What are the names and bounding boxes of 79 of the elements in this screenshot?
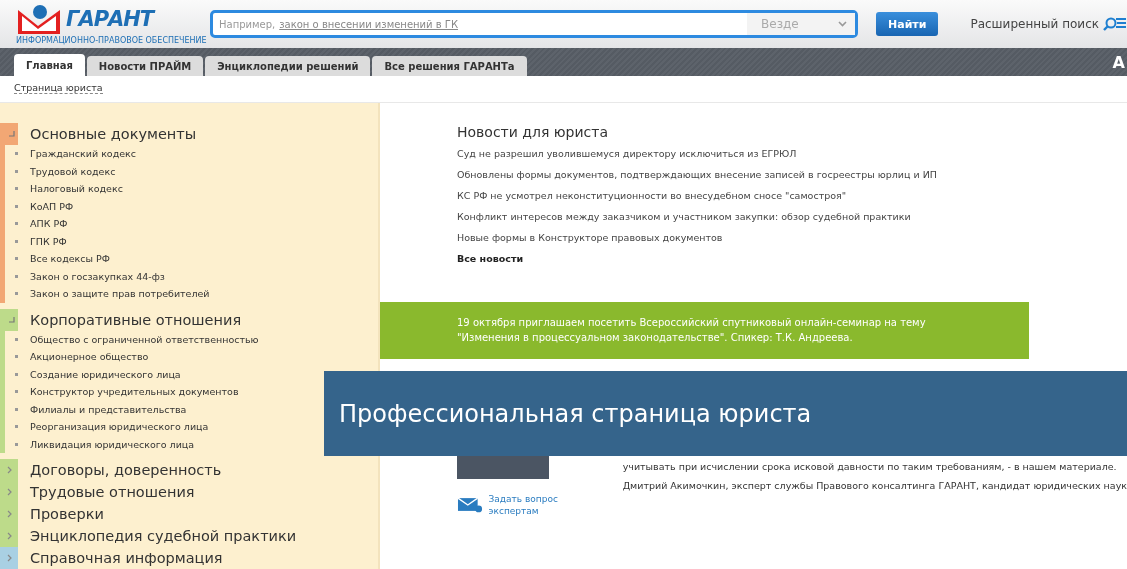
news-link[interactable]: КС РФ не усмотрел неконституционности во внесудебном сносе "самостроя": [457, 190, 1127, 202]
nav-tab[interactable]: Все решения ГАРАНТа: [372, 56, 527, 76]
page-title: Профессиональная страница юриста: [339, 399, 812, 428]
news-link[interactable]: Конфликт интересов между заказчиком и участником закупки: обзор судебной практики: [457, 211, 1127, 223]
bullet-icon: [15, 407, 18, 411]
bullet-icon: [15, 274, 18, 278]
chevron-right-icon: [6, 532, 12, 540]
bullet-icon: [15, 204, 18, 208]
collapse-toggle[interactable]: [5, 308, 18, 331]
nav-tab[interactable]: Новости ПРАЙМ: [86, 56, 204, 76]
search-hint: Например,: [218, 18, 276, 30]
bullet-icon: [15, 222, 18, 226]
chevron-right-icon: [6, 510, 12, 518]
sidebar-link[interactable]: Создание юридического лица: [30, 368, 181, 380]
bullet-icon: [15, 292, 18, 296]
bullet-icon: [15, 337, 18, 341]
sidebar-link[interactable]: ГПК РФ: [30, 235, 67, 247]
bullet-icon: [15, 187, 18, 191]
logo-tagline: ИНФОРМАЦИОННО-ПРАВОВОЕ ОБЕСПЕЧЕНИЕ: [16, 36, 207, 45]
section-link[interactable]: Основные документы: [30, 126, 197, 142]
nav-tab[interactable]: Энциклопедии решений: [205, 56, 371, 76]
cut-off-text: А: [1112, 53, 1125, 72]
find-button[interactable]: Найти: [876, 12, 939, 36]
expand-toggle[interactable]: [0, 525, 18, 547]
bullet-icon: [15, 372, 18, 376]
section-link[interactable]: Справочная информация: [30, 550, 223, 566]
expand-toggle[interactable]: [0, 547, 18, 569]
section-link[interactable]: Трудовые отношения: [30, 484, 195, 500]
chevron-down-icon: [838, 21, 848, 27]
sidebar-link[interactable]: Закон о защите прав потребителей: [30, 288, 210, 300]
bullet-icon: [15, 152, 18, 156]
envelope-icon: [457, 497, 483, 513]
bullet-icon: [15, 257, 18, 261]
chevron-right-icon: [6, 554, 12, 562]
bullet-icon: [15, 169, 18, 173]
sidebar-link[interactable]: Конструктор учредительных документов: [30, 386, 239, 398]
sidebar-link[interactable]: Все кодексы РФ: [30, 253, 110, 265]
sidebar-link[interactable]: Общество с ограниченной ответственностью: [30, 333, 259, 345]
logo-wordmark: ГАРАНТ: [66, 7, 154, 31]
chevron-right-icon: [6, 466, 12, 474]
corner-icon: [8, 316, 15, 323]
author-caption: Дмитрий Акимочкин, эксперт службы Правового консалтинга ГАРАНТ, кандидат юридических наук: [622, 480, 1127, 491]
bullet-icon: [15, 390, 18, 394]
bullet-icon: [15, 355, 18, 359]
section-link[interactable]: Энциклопедия судебной практики: [30, 528, 297, 544]
bullet-icon: [15, 442, 18, 446]
expand-toggle[interactable]: [0, 459, 18, 481]
bullet-icon: [15, 239, 18, 243]
search-example-link[interactable]: закон о внесении изменений в ГК: [279, 18, 748, 30]
bullet-icon: [15, 425, 18, 429]
collapse-toggle[interactable]: [5, 123, 18, 145]
search-field[interactable]: Например, закон о внесении изменений в ГК Везде: [210, 10, 859, 38]
sidebar-link[interactable]: Налоговый кодекс: [30, 183, 123, 195]
sidebar-link[interactable]: Филиалы и представительства: [30, 403, 187, 415]
sidebar-link[interactable]: Реорганизация юридического лица: [30, 421, 209, 433]
breadcrumb-link[interactable]: Страница юриста: [14, 82, 103, 94]
recommendation-text: учитывать при исчислении срока исковой давности по таким требованиям, - в нашем материале.: [622, 461, 1118, 472]
advanced-search-link[interactable]: Расширенный поиск: [970, 17, 1127, 31]
sidebar-link[interactable]: Гражданский кодекс: [30, 148, 137, 160]
sidebar-link[interactable]: КоАП РФ: [30, 200, 74, 212]
section-link[interactable]: Проверки: [30, 506, 104, 522]
corner-icon: [8, 131, 15, 137]
sidebar-link[interactable]: АПК РФ: [30, 218, 68, 230]
sidebar-link[interactable]: Ликвидация юридического лица: [30, 438, 195, 450]
section-link[interactable]: Договоры, доверенность: [30, 462, 222, 478]
news-heading: Новости для юриста: [457, 124, 609, 140]
all-news-link[interactable]: Все новости: [457, 253, 1127, 264]
sidebar-link[interactable]: Акционерное общество: [30, 351, 149, 363]
ask-experts-link[interactable]: Задать вопрос экспертам: [457, 493, 609, 517]
news-link[interactable]: Суд не разрешил уволившемуся директору исключиться из ЕГРЮЛ: [457, 148, 1127, 160]
sidebar-link[interactable]: Закон о госзакупках 44-фз: [30, 270, 165, 282]
section-link[interactable]: Корпоративные отношения: [30, 311, 242, 328]
logo-emblem-icon: [16, 4, 62, 36]
news-link[interactable]: Обновлены формы документов, подтверждающих внесение записей в госреестры юрлиц и ИП: [457, 169, 1127, 181]
chevron-right-icon: [6, 488, 12, 496]
sidebar-link[interactable]: Трудовой кодекс: [30, 165, 116, 177]
nav-tab[interactable]: Главная: [14, 54, 85, 76]
news-link[interactable]: Новые формы в Конструкторе правовых документов: [457, 232, 1127, 244]
search-list-icon: [1103, 17, 1127, 31]
